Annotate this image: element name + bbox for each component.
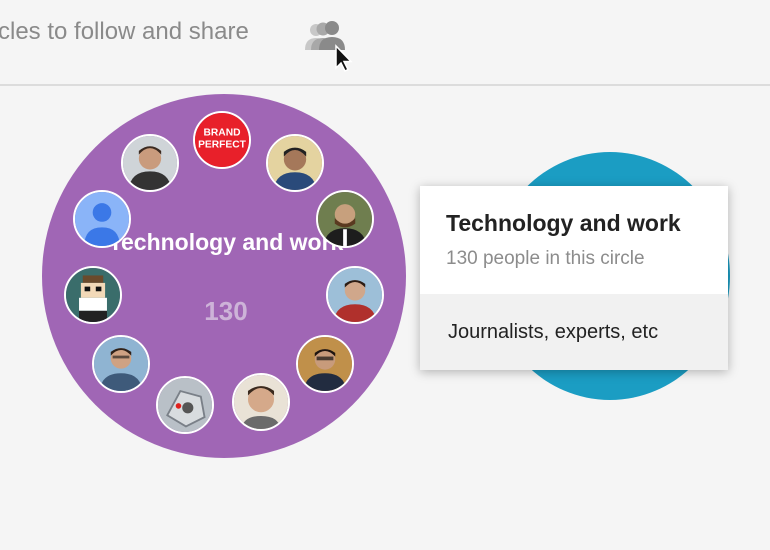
circle-info-popup: Technology and work 130 people in this c… bbox=[420, 186, 728, 370]
people-share-icon[interactable] bbox=[300, 16, 356, 73]
avatar-person bbox=[121, 134, 179, 192]
popup-description: Journalists, experts, etc bbox=[448, 321, 659, 343]
svg-text:BRAND: BRAND bbox=[204, 127, 241, 138]
avatar-person bbox=[326, 266, 384, 324]
header-text: cles to follow and share bbox=[0, 18, 249, 45]
avatar-person bbox=[92, 335, 150, 393]
avatar-person bbox=[316, 190, 374, 248]
avatar-pixel-character bbox=[64, 266, 122, 324]
avatar-person bbox=[296, 335, 354, 393]
avatar-brand-perfect: BRAND PERFECT bbox=[193, 111, 251, 169]
popup-title: Technology and work bbox=[446, 210, 681, 236]
popup-description-row[interactable]: Journalists, experts, etc bbox=[420, 294, 728, 370]
avatar-person bbox=[266, 134, 324, 192]
circle-member-count: 130 bbox=[204, 296, 248, 326]
avatar-robot bbox=[156, 376, 214, 434]
svg-text:PERFECT: PERFECT bbox=[198, 139, 247, 150]
avatar-person bbox=[232, 373, 290, 431]
top-bar: cles to follow and share bbox=[0, 0, 770, 86]
avatar-default-profile-icon bbox=[73, 190, 131, 248]
popup-subtitle: 130 people in this circle bbox=[446, 248, 645, 269]
